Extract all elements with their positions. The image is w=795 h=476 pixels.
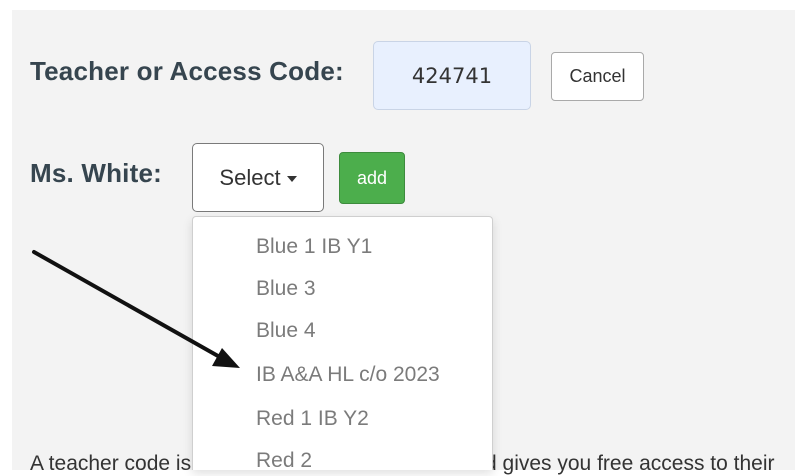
dropdown-item-blue-3[interactable]: Blue 3 [256,277,316,301]
dropdown-item-ib-aa-hl[interactable]: IB A&A HL c/o 2023 [256,363,440,387]
dropdown-item-blue-1-ib-y1[interactable]: Blue 1 IB Y1 [256,235,372,259]
access-code-input[interactable] [373,41,531,110]
class-dropdown-menu: Blue 1 IB Y1 Blue 3 Blue 4 IB A&A HL c/o… [192,216,493,470]
info-text-left: A teacher code is [30,452,192,475]
dropdown-item-blue-4[interactable]: Blue 4 [256,319,316,343]
access-code-label: Teacher or Access Code: [30,56,344,86]
teacher-name-label: Ms. White: [30,158,162,188]
caret-down-icon [286,175,297,182]
dropdown-item-red-2[interactable]: Red 2 [256,449,312,470]
dropdown-item-red-1-ib-y2[interactable]: Red 1 IB Y2 [256,407,369,431]
class-select-dropdown[interactable]: Select [192,143,324,212]
info-text-right: d gives you free access to their [485,452,775,475]
add-button[interactable]: add [339,152,405,204]
cancel-button[interactable]: Cancel [551,52,644,101]
select-label: Select [219,164,281,190]
